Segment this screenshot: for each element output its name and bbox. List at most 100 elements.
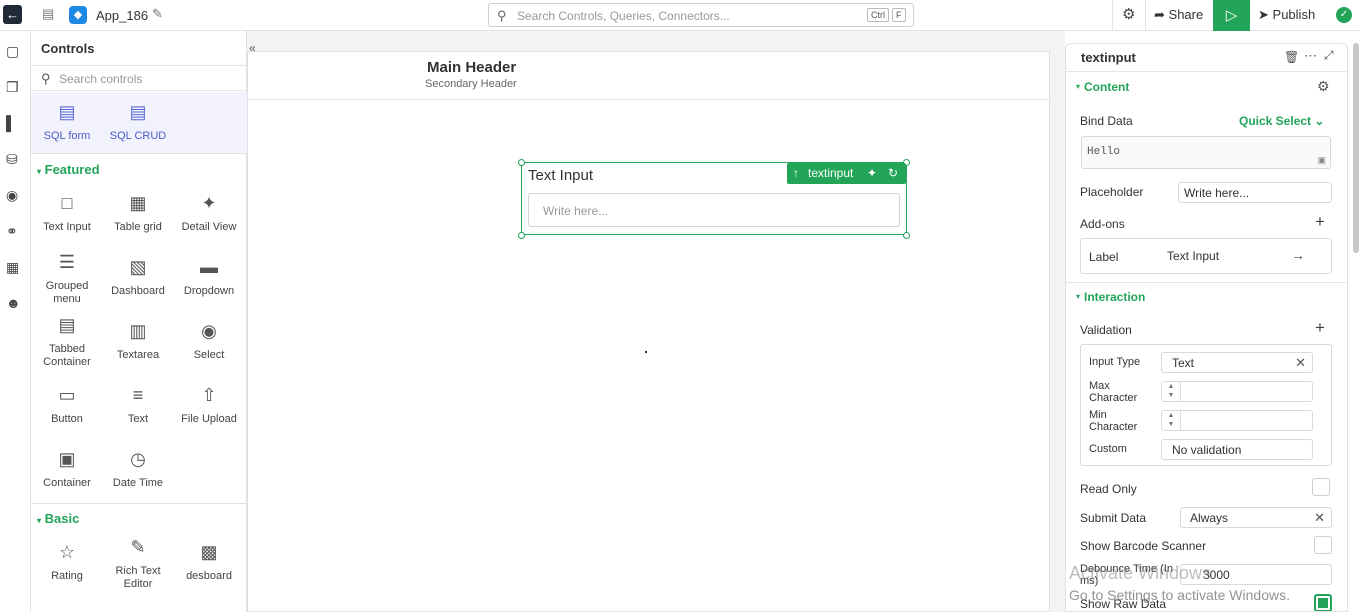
textarea-icon: ▥ bbox=[129, 321, 147, 341]
control-tile-text[interactable]: ≡ Text bbox=[102, 385, 174, 426]
more-options-icon[interactable]: ⋯ bbox=[1304, 48, 1317, 64]
settings-gear-icon[interactable]: ⚙ bbox=[1122, 5, 1135, 23]
control-tile-tabbed-container[interactable]: ▤ Tabbed Container bbox=[31, 315, 103, 369]
text-input-field[interactable]: Write here... bbox=[528, 193, 900, 227]
placeholder-input[interactable]: Write here... bbox=[1178, 182, 1332, 203]
properties-panel: textinput 🗑 ⋯ ⤢ ▾ Content ⚙ Bind Data Qu… bbox=[1065, 43, 1348, 612]
share-button[interactable]: ➦ Share bbox=[1154, 7, 1203, 23]
min-character-stepper[interactable]: ▲ ▼ bbox=[1161, 410, 1313, 431]
page-surface[interactable] bbox=[247, 51, 1050, 612]
submit-data-select[interactable]: Always ✕ bbox=[1180, 507, 1332, 528]
controls-icon[interactable]: ❐ bbox=[6, 79, 19, 96]
star-icon: ☆ bbox=[58, 542, 76, 562]
basic-section-header[interactable]: ▾ Basic bbox=[37, 511, 79, 526]
control-tile-rich-text-editor[interactable]: ✎ Rich Text Editor bbox=[102, 537, 174, 591]
quick-select-button[interactable]: Quick Select ⌄ bbox=[1239, 114, 1324, 128]
global-search[interactable]: ⚲ Search Controls, Queries, Connectors..… bbox=[488, 3, 914, 27]
activate-windows-title: Activate Windows bbox=[1069, 563, 1212, 583]
control-tile-detail-view[interactable]: ✦ Detail View bbox=[173, 193, 245, 234]
canvas-dot bbox=[645, 351, 647, 353]
user-settings-icon[interactable]: ☻ bbox=[6, 295, 21, 311]
max-character-stepper[interactable]: ▲ ▼ bbox=[1161, 381, 1313, 402]
clear-icon[interactable]: ✕ bbox=[1314, 510, 1325, 526]
refresh-icon[interactable]: ↻ bbox=[888, 166, 898, 180]
tile-label: Text Input bbox=[43, 221, 91, 233]
content-section-header[interactable]: Content bbox=[1084, 80, 1129, 94]
table-icon[interactable]: ▦ bbox=[6, 259, 19, 276]
control-tile-rating[interactable]: ☆ Rating bbox=[31, 542, 103, 583]
addon-row[interactable]: Label Text Input → bbox=[1080, 238, 1332, 274]
control-tile-date-time[interactable]: ◷ Date Time bbox=[102, 449, 174, 490]
move-up-icon[interactable]: ↑ bbox=[793, 166, 799, 180]
custom-validation-select[interactable]: No validation bbox=[1161, 439, 1313, 460]
checkmark-icon bbox=[1318, 598, 1328, 608]
divider bbox=[1066, 71, 1347, 72]
control-tile-dashboard[interactable]: ▧ Dashboard bbox=[102, 257, 174, 298]
stepper-arrows-icon[interactable]: ▲ ▼ bbox=[1162, 382, 1181, 401]
magic-wand-icon[interactable]: ✦ bbox=[867, 166, 877, 180]
add-addon-icon[interactable]: + bbox=[1315, 212, 1325, 232]
publish-button[interactable]: ➤ Publish bbox=[1258, 7, 1315, 23]
tile-label: Table grid bbox=[114, 221, 162, 233]
control-tile-file-upload[interactable]: ⇧ File Upload bbox=[173, 385, 245, 426]
device-preview-icon[interactable]: ▤ bbox=[42, 6, 54, 22]
tile-label: SQL form bbox=[43, 130, 91, 142]
controls-search-input[interactable]: ⚲ Search controls bbox=[31, 65, 247, 91]
control-tile-select[interactable]: ◉ Select bbox=[173, 321, 245, 362]
chart-icon[interactable]: ▌​ bbox=[6, 115, 16, 131]
trash-icon[interactable]: 🗑 bbox=[1284, 50, 1299, 64]
caret-down-icon: ▾ bbox=[1076, 292, 1081, 301]
date-time-icon: ◷ bbox=[130, 449, 146, 469]
sql-crud-tile[interactable]: ▤ SQL CRUD bbox=[102, 102, 174, 143]
read-only-checkbox[interactable] bbox=[1312, 478, 1330, 496]
control-tile-text-input[interactable]: □ Text Input bbox=[31, 193, 103, 234]
control-tile-button[interactable]: ▭ Button bbox=[31, 385, 103, 426]
control-tag-label: textinput bbox=[808, 166, 854, 180]
eye-icon[interactable]: ◉ bbox=[6, 187, 18, 204]
barcode-checkbox[interactable] bbox=[1314, 536, 1332, 554]
add-validation-icon[interactable]: + bbox=[1315, 318, 1325, 338]
sql-form-tile[interactable]: ▤ SQL form bbox=[31, 102, 103, 143]
tile-label: Textarea bbox=[116, 349, 160, 361]
resize-handle[interactable] bbox=[518, 232, 525, 239]
raw-data-checkbox[interactable] bbox=[1314, 594, 1332, 611]
gear-icon[interactable]: ⚙ bbox=[1317, 78, 1330, 95]
control-tile-table-grid[interactable]: ▦ Table grid bbox=[102, 193, 174, 234]
resize-handle[interactable] bbox=[518, 159, 525, 166]
kbd-f: F bbox=[892, 8, 906, 22]
stepper-arrows-icon[interactable]: ▲ ▼ bbox=[1162, 411, 1181, 430]
arrow-right-icon[interactable]: → bbox=[1291, 247, 1305, 263]
controls-panel-title: Controls bbox=[41, 41, 95, 56]
featured-section-header[interactable]: ▾ Featured bbox=[37, 162, 100, 177]
tile-label: Tabbed Container bbox=[43, 343, 91, 368]
edit-pencil-icon[interactable]: ✎ bbox=[152, 6, 163, 22]
control-tag: ↑ textinput ✦ ↻ bbox=[787, 163, 906, 184]
interaction-section-header[interactable]: Interaction bbox=[1084, 290, 1145, 304]
input-type-select[interactable]: Text ✕ bbox=[1161, 352, 1313, 373]
preview-play-button[interactable]: ▷ bbox=[1213, 0, 1250, 31]
pages-icon[interactable]: ▢ bbox=[6, 43, 19, 60]
plugin-icon[interactable]: ⚭ bbox=[6, 223, 18, 240]
barcode-label: Show Barcode Scanner bbox=[1080, 539, 1207, 553]
properties-scrollbar[interactable] bbox=[1353, 43, 1359, 253]
app-name: App_186 bbox=[96, 8, 149, 23]
database-icon[interactable]: ⛁ bbox=[6, 151, 18, 168]
resize-handle[interactable] bbox=[903, 232, 910, 239]
control-tile-grouped-menu[interactable]: ☰ Grouped menu bbox=[31, 252, 103, 306]
tile-label: Dashboard bbox=[111, 285, 165, 297]
bind-data-editor[interactable]: Hello ▣ bbox=[1081, 136, 1331, 169]
control-tile-desboard[interactable]: ▩ desboard bbox=[173, 542, 245, 583]
control-tile-dropdown[interactable]: ▬ Dropdown bbox=[173, 257, 245, 298]
collapse-panel-icon[interactable]: « bbox=[249, 41, 256, 55]
top-bar: ← ▤ ◆ App_186 ✎ ⚲ Search Controls, Queri… bbox=[0, 0, 1359, 31]
addon-key: Label bbox=[1089, 250, 1119, 264]
check-status-icon: ✓ bbox=[1336, 7, 1352, 23]
control-tile-textarea[interactable]: ▥ Textarea bbox=[102, 321, 174, 362]
control-tile-container[interactable]: ▣ Container bbox=[31, 449, 103, 490]
back-arrow-icon[interactable]: ← bbox=[3, 5, 22, 24]
clear-icon[interactable]: ✕ bbox=[1295, 355, 1306, 371]
tile-label: File Upload bbox=[181, 413, 237, 425]
expand-icon[interactable]: ⤢ bbox=[1324, 48, 1334, 63]
expand-editor-icon[interactable]: ▣ bbox=[1317, 155, 1326, 166]
custom-value: No validation bbox=[1172, 443, 1242, 457]
